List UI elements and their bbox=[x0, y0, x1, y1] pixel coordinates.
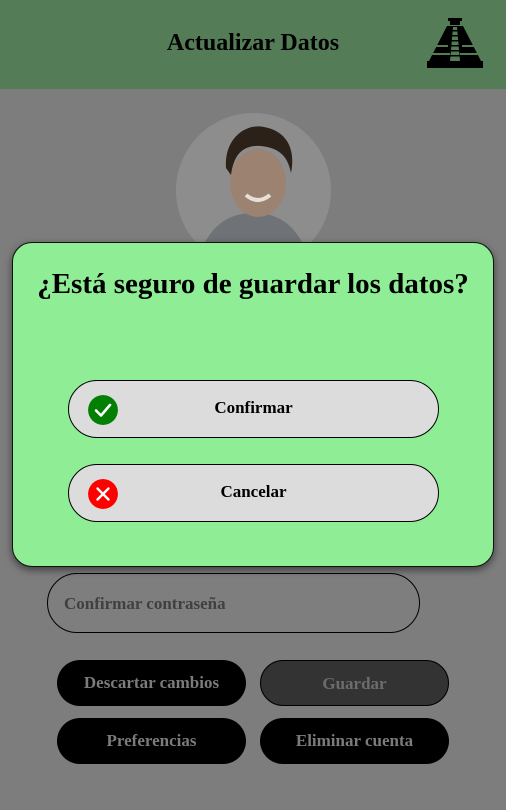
preferences-button[interactable]: Preferencias bbox=[57, 718, 246, 764]
pyramid-icon[interactable] bbox=[427, 18, 483, 68]
app-header: Actualizar Datos bbox=[0, 0, 506, 89]
confirm-dialog: ¿Está seguro de guardar los datos? Confi… bbox=[12, 242, 494, 567]
save-button[interactable]: Guardar bbox=[260, 660, 449, 706]
confirm-password-field[interactable]: Confirmar contraseña bbox=[47, 573, 420, 633]
discard-changes-button[interactable]: Descartar cambios bbox=[57, 660, 246, 706]
confirm-label: Confirmar bbox=[214, 398, 293, 417]
confirm-button[interactable]: Confirmar bbox=[68, 380, 439, 438]
cancel-button[interactable]: Cancelar bbox=[68, 464, 439, 522]
dialog-title: ¿Está seguro de guardar los datos? bbox=[37, 268, 469, 300]
confirm-password-placeholder: Confirmar contraseña bbox=[64, 594, 226, 613]
cancel-label: Cancelar bbox=[220, 482, 287, 501]
delete-account-button[interactable]: Eliminar cuenta bbox=[260, 718, 449, 764]
